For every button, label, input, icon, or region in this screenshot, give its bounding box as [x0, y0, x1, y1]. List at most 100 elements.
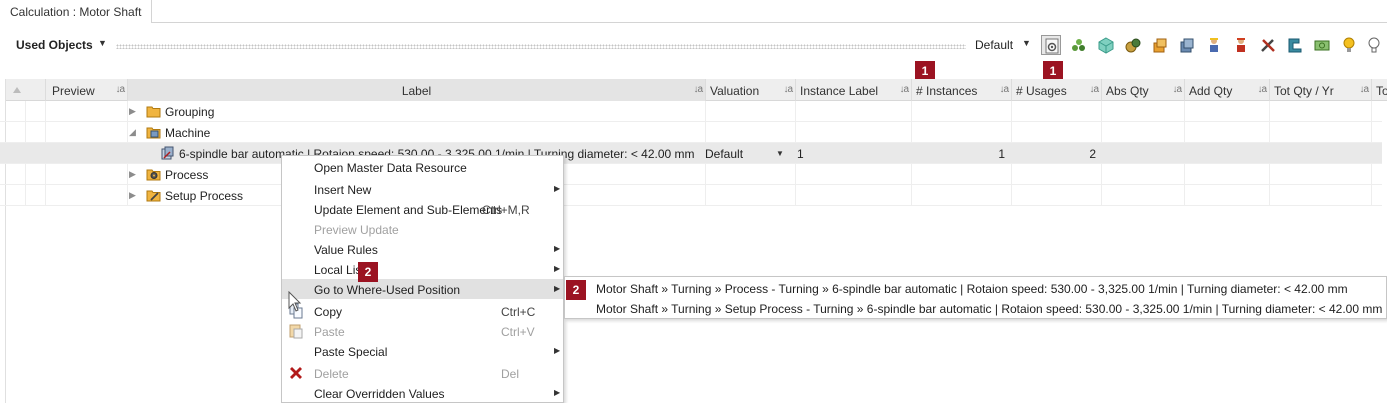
tree-row-grouping[interactable]: ▶ Grouping: [0, 101, 1382, 122]
sort-icon[interactable]: ↓a: [783, 84, 793, 95]
where-used-item-process[interactable]: Motor Shaft » Turning » Process - Turnin…: [596, 282, 1348, 296]
stack-icon[interactable]: [1150, 35, 1170, 55]
column-header-abs-qty[interactable]: Abs Qty ↓a: [1102, 79, 1185, 101]
chevron-down-icon[interactable]: ▼: [776, 149, 784, 158]
column-title: # Usages: [1016, 84, 1067, 98]
menu-item-label: Insert New: [314, 183, 372, 197]
sort-icon[interactable]: ↓a: [693, 84, 703, 95]
column-header-instances[interactable]: # Instances ↓a: [912, 79, 1012, 101]
menu-item-label: Copy: [314, 305, 343, 319]
menu-item-paste-special[interactable]: Paste Special ▶: [282, 341, 563, 361]
callout-badge-menu: 2: [358, 262, 378, 282]
callout-badge-instances: 1: [915, 61, 935, 81]
sort-icon[interactable]: ↓a: [1089, 84, 1099, 95]
sort-icon[interactable]: ↓a: [1172, 84, 1182, 95]
column-header-valuation[interactable]: Valuation ↓a: [706, 79, 796, 101]
callout-badge-usages: 1: [1043, 61, 1063, 81]
column-title: Label: [401, 84, 432, 98]
menu-item-label: Value Rules: [314, 243, 378, 257]
column-title: Abs Qty: [1106, 84, 1149, 98]
submenu-arrow-icon: ▶: [554, 184, 561, 193]
context-menu: Open Master Data Resource Insert New ▶ U…: [281, 155, 564, 403]
operator-icon[interactable]: [1231, 35, 1251, 55]
usages-cell: 2: [1089, 147, 1096, 161]
folder-icon: [146, 104, 161, 118]
document-settings-icon[interactable]: [1041, 35, 1061, 55]
chevron-down-icon[interactable]: ▼: [98, 38, 107, 48]
fixture-icon[interactable]: [1285, 35, 1305, 55]
worker-icon[interactable]: [1204, 35, 1224, 55]
tree-row-setup-process[interactable]: ▶ Setup Process: [0, 185, 1382, 206]
tree-node-label: Setup Process: [165, 189, 244, 203]
mouse-cursor-icon: [288, 291, 302, 312]
submenu-arrow-icon: ▶: [554, 346, 561, 355]
menu-item-shortcut: Ctrl+M,R: [482, 203, 530, 217]
used-objects-dropdown[interactable]: Used Objects: [16, 38, 93, 52]
machine-item-icon: [160, 146, 175, 160]
valuation-dropdown[interactable]: Default: [705, 147, 743, 161]
money-icon[interactable]: [1312, 35, 1332, 55]
menu-item-label: Preview Update: [314, 223, 399, 237]
menu-item-preview-update: Preview Update: [282, 219, 563, 239]
setup-process-icon: [146, 188, 161, 202]
tree-row-machine[interactable]: ◢ Machine: [0, 122, 1382, 143]
column-header-label[interactable]: Label ↓a: [128, 79, 706, 101]
menu-item-local-lists[interactable]: Local Lists ▶: [282, 259, 563, 279]
column-title: Preview: [52, 84, 95, 98]
menu-item-value-rules[interactable]: Value Rules ▶: [282, 239, 563, 259]
machine-icon: [146, 125, 161, 139]
sort-icon[interactable]: ↓a: [999, 84, 1009, 95]
collapse-arrow-icon[interactable]: ◢: [129, 127, 136, 138]
header-select-all[interactable]: [6, 79, 46, 101]
cube-icon[interactable]: [1096, 35, 1116, 55]
sort-icon[interactable]: ↓a: [115, 84, 125, 95]
process-gear-icon: [146, 167, 161, 181]
menu-item-copy[interactable]: Copy Ctrl+C: [282, 301, 563, 321]
sort-icon[interactable]: ↓a: [1359, 84, 1369, 95]
tab-calculation-motor-shaft[interactable]: Calculation : Motor Shaft: [0, 0, 152, 23]
menu-item-go-to-where-used-position[interactable]: Go to Where-Used Position ▶: [282, 279, 563, 299]
menu-item-shortcut: Ctrl+C: [501, 305, 536, 319]
toolbar: Used Objects ▼ Default ▼: [0, 30, 1387, 60]
delete-x-icon: [288, 365, 304, 381]
expand-arrow-icon[interactable]: ▶: [129, 106, 136, 117]
menu-item-label: Paste: [314, 325, 345, 339]
lightbulb-outline-icon[interactable]: [1364, 35, 1384, 55]
layers-icon[interactable]: [1177, 35, 1197, 55]
sort-icon[interactable]: ↓a: [1257, 84, 1267, 95]
column-header-preview[interactable]: Preview ↓a: [46, 79, 128, 101]
menu-item-update-element[interactable]: Update Element and Sub-Elements Ctrl+M,R: [282, 199, 563, 219]
column-header-add-qty[interactable]: Add Qty ↓a: [1185, 79, 1270, 101]
parts-icon[interactable]: [1123, 35, 1143, 55]
tree-row-6-spindle-bar-automatic[interactable]: 6-spindle bar automatic | Rotaion speed:…: [0, 143, 1382, 164]
view-dropdown[interactable]: Default: [975, 38, 1013, 52]
sort-icon[interactable]: ↓a: [899, 84, 909, 95]
column-header-tot-qty-yr[interactable]: Tot Qty / Yr ↓a: [1270, 79, 1372, 101]
submenu-arrow-icon: ▶: [554, 388, 561, 397]
chevron-down-icon[interactable]: ▼: [1022, 38, 1031, 48]
column-header-instance-label[interactable]: Instance Label ↓a: [796, 79, 912, 101]
column-title: # Instances: [916, 84, 978, 98]
menu-item-label: Go to Where-Used Position: [314, 283, 461, 297]
menu-item-clear-overridden-values[interactable]: Clear Overridden Values ▶: [282, 383, 563, 403]
column-title: Add Qty: [1189, 84, 1233, 98]
column-header-usages[interactable]: # Usages ↓a: [1012, 79, 1102, 101]
tools-icon[interactable]: [1258, 35, 1278, 55]
instance-label-cell[interactable]: 1: [797, 147, 804, 161]
molecule-icon[interactable]: [1069, 35, 1089, 55]
tree-row-process[interactable]: ▶ Process: [0, 164, 1382, 185]
column-header-to[interactable]: To: [1372, 79, 1387, 101]
menu-item-label: Delete: [314, 367, 349, 381]
menu-item-label: Clear Overridden Values: [314, 387, 445, 401]
submenu-arrow-icon: ▶: [554, 284, 561, 293]
expand-arrow-icon[interactable]: ▶: [129, 169, 136, 180]
menu-item-open-master-data-resource[interactable]: Open Master Data Resource: [282, 157, 563, 177]
tree-node-label: Grouping: [165, 105, 215, 119]
menu-item-shortcut: Del: [501, 367, 520, 381]
menu-item-paste: Paste Ctrl+V: [282, 321, 563, 341]
menu-item-insert-new[interactable]: Insert New ▶: [282, 179, 563, 199]
bulb-icon[interactable]: [1339, 35, 1359, 55]
where-used-item-setup-process[interactable]: Motor Shaft » Turning » Setup Process - …: [596, 302, 1382, 316]
expand-arrow-icon[interactable]: ▶: [129, 190, 136, 201]
column-title: To: [1376, 84, 1387, 98]
